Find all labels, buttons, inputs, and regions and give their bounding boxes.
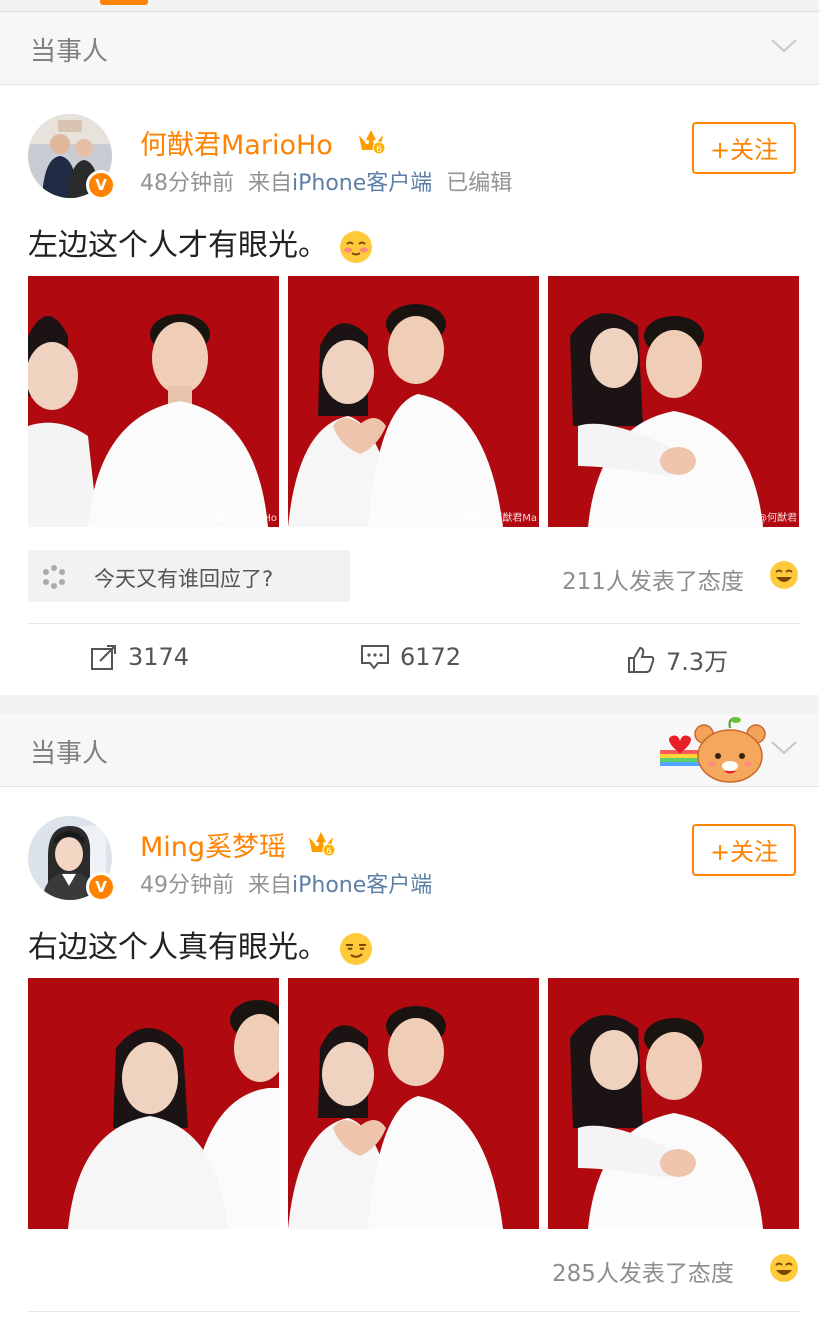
attitude-count[interactable]: 285人发表了态度 (552, 1254, 734, 1288)
reply-prompt-text: 今天又有谁回应了? (94, 567, 274, 591)
repost-count: 3174 (128, 643, 190, 671)
edited-label: 已编辑 (446, 171, 513, 196)
photo-watermark: @何猷君MarioHo (195, 513, 277, 524)
action-divider (28, 1311, 800, 1312)
active-tab-indicator (100, 0, 148, 5)
couple-photo-icon (28, 978, 279, 1229)
smug-emoji-icon (340, 932, 372, 965)
post-text-content: 左边这个人才有眼光。 (28, 228, 328, 263)
post-photo[interactable] (548, 978, 799, 1229)
post-source[interactable]: iPhone客户端 (292, 171, 432, 196)
post-photo[interactable]: @何猷君MarioHo (28, 276, 279, 527)
action-divider (28, 623, 800, 624)
comment-icon (361, 645, 389, 670)
post-time: 48分钟前 (140, 171, 234, 196)
couple-hug-photo-icon (548, 978, 799, 1229)
couple-heart-photo-icon (288, 978, 539, 1229)
follow-button[interactable]: +关注 (692, 122, 796, 174)
post-text-content: 右边这个人真有眼光。 (28, 930, 328, 965)
username[interactable]: Ming奚梦瑶 (140, 825, 286, 864)
couple-photo-icon (28, 276, 279, 527)
verified-badge-icon: V (86, 872, 116, 902)
attitude-count-text: 211人发表了态度 (562, 569, 744, 595)
section-header-parties[interactable]: 当事人 (0, 714, 819, 787)
post-meta: 48分钟前 来自iPhone客户端 已编辑 (140, 165, 512, 197)
post-photo[interactable]: 微博@何猷君 (548, 276, 799, 527)
chevron-down-icon[interactable] (769, 36, 799, 56)
photo-watermark: 微博@何猷君 (737, 513, 797, 524)
laughing-emoji-icon[interactable] (768, 559, 800, 591)
post-photo[interactable] (28, 978, 279, 1229)
username[interactable]: 何猷君MarioHo (140, 123, 333, 162)
like-count: 7.3万 (666, 648, 729, 676)
svg-text:6: 6 (376, 145, 382, 155)
attitude-count-text: 285人发表了态度 (552, 1261, 734, 1287)
source-prefix: 来自 (248, 171, 293, 196)
post-time: 49分钟前 (140, 873, 234, 898)
thumbs-up-icon (628, 646, 655, 673)
laughing-emoji-icon[interactable] (768, 1252, 800, 1284)
weibo-post: V Ming奚梦瑶 6 49分钟前 来自iPhone客户端 +关注 右边这个人真… (0, 787, 819, 1321)
couple-heart-photo-icon (288, 276, 539, 527)
photo-watermark: 微博@何猷君Ma (462, 513, 537, 524)
bear-sticker-icon (660, 717, 766, 783)
post-photo[interactable]: 微博@何猷君Ma (288, 276, 539, 527)
member-crown-icon[interactable]: 6 (306, 827, 336, 857)
follow-button[interactable]: +关注 (692, 824, 796, 876)
repost-icon (91, 645, 116, 670)
repost-button[interactable]: 3174 (90, 642, 189, 671)
attitude-count[interactable]: 211人发表了态度 (562, 562, 744, 596)
post-text: 左边这个人才有眼光。 (28, 220, 374, 265)
post-photo[interactable] (288, 978, 539, 1229)
source-prefix: 来自 (248, 873, 293, 898)
post-text: 右边这个人真有眼光。 (28, 922, 374, 967)
reply-prompt[interactable]: 今天又有谁回应了? (28, 550, 350, 602)
post-source[interactable]: iPhone客户端 (292, 873, 432, 898)
like-button[interactable]: 7.3万 (626, 642, 728, 677)
section-title: 当事人 (30, 37, 109, 67)
svg-text:6: 6 (326, 847, 332, 857)
shy-emoji-icon (340, 230, 372, 263)
section-header-parties[interactable]: 当事人 (0, 12, 819, 85)
chevron-down-icon[interactable] (769, 738, 799, 758)
section-title: 当事人 (30, 739, 109, 769)
post-meta: 49分钟前 来自iPhone客户端 (140, 867, 432, 899)
verified-badge-icon: V (86, 170, 116, 200)
couple-hug-photo-icon (548, 276, 799, 527)
weibo-post: V 何猷君MarioHo 6 48分钟前 来自iPhone客户端 已编辑 +关注… (0, 85, 819, 695)
comment-count: 6172 (400, 643, 462, 671)
comment-button[interactable]: 6172 (360, 642, 461, 671)
member-crown-icon[interactable]: 6 (356, 125, 386, 155)
spinner-icon (43, 565, 65, 589)
